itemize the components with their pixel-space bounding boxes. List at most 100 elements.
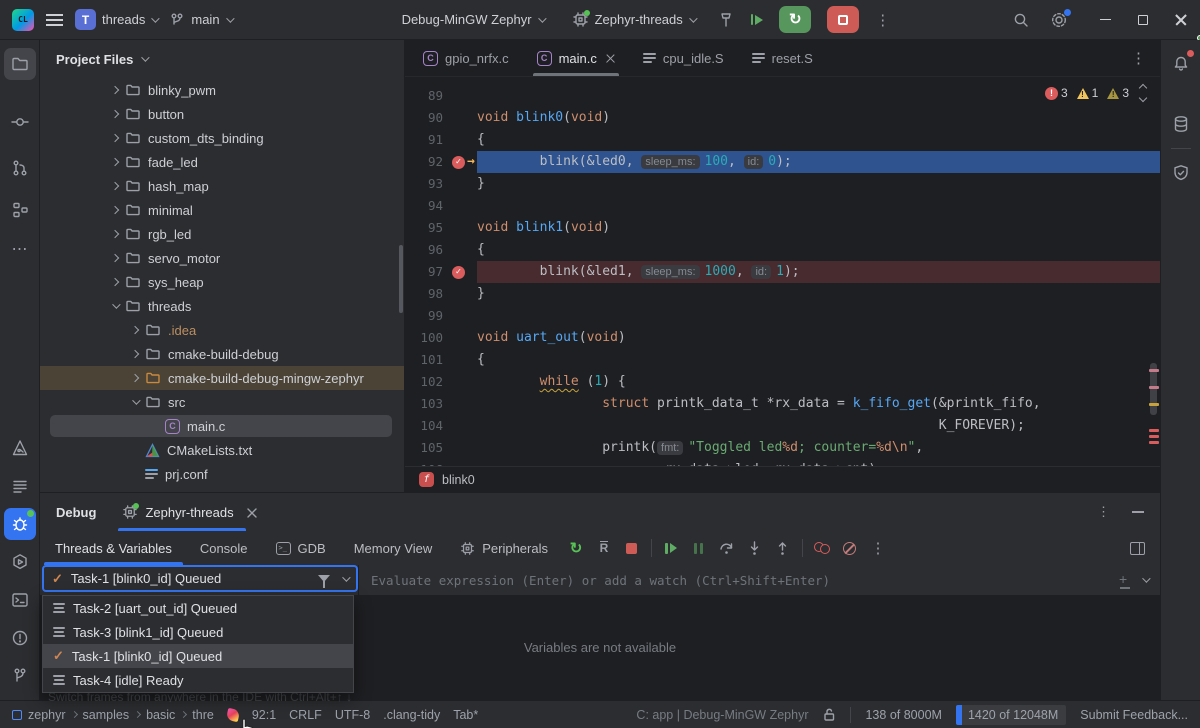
add-watch-icon[interactable]: + (1119, 574, 1132, 587)
tab-threads-variables[interactable]: Threads & Variables (42, 531, 185, 565)
gutter[interactable] (443, 283, 477, 305)
ide-memory[interactable]: 138 of 8000M (865, 708, 941, 722)
project-view-selector[interactable]: Project Files (40, 40, 404, 78)
tree-row[interactable]: minimal (40, 198, 404, 222)
watch-input[interactable]: Evaluate expression (Enter) or add a wat… (358, 565, 1160, 595)
code-line[interactable]: 102 while (1) { (405, 371, 1160, 393)
layout-settings-icon[interactable] (1124, 535, 1150, 561)
resume-program-icon[interactable] (751, 14, 764, 25)
breakpoint-icon[interactable]: ✓ (452, 266, 465, 279)
code-line[interactable]: 95void blink1(void) (405, 217, 1160, 239)
tab-memory-view[interactable]: Memory View (341, 531, 446, 565)
gutter[interactable] (443, 415, 477, 437)
code-line[interactable]: 103 struct printk_data_t *rx_data = k_fi… (405, 393, 1160, 415)
inspections-widget[interactable]: !3 1 3 (1041, 83, 1150, 103)
thread-selector-combo[interactable]: ✓ Task-1 [blink0_id] Queued (42, 565, 358, 592)
editor-tab[interactable]: cpu_idle.S (631, 40, 736, 76)
tree-row[interactable]: button (40, 102, 404, 126)
gutter[interactable] (443, 349, 477, 371)
code-line[interactable]: 90void blink0(void) (405, 107, 1160, 129)
pull-requests-tool-button[interactable] (4, 152, 36, 184)
gutter[interactable] (443, 173, 477, 195)
more-actions-icon[interactable]: ⋮ (875, 11, 890, 29)
rerun-debug-button[interactable]: ↻ (779, 6, 811, 33)
clang-tidy[interactable]: .clang-tidy (383, 708, 440, 722)
code-line[interactable]: 91{ (405, 129, 1160, 151)
thread-list-item[interactable]: Task-3 [blink1_id] Queued (43, 620, 353, 644)
line-separator[interactable]: CRLF (289, 708, 322, 722)
tree-scrollbar[interactable] (399, 245, 403, 313)
gutter[interactable] (443, 393, 477, 415)
tree-row[interactable]: rgb_led (40, 222, 404, 246)
maximize-button[interactable] (1124, 0, 1162, 40)
step-into-icon[interactable] (742, 535, 768, 561)
run-profile-status[interactable]: C: app | Debug-MinGW Zephyr (636, 708, 808, 722)
file-encoding[interactable]: UTF-8 (335, 708, 370, 722)
stop-button[interactable] (827, 6, 859, 33)
services-tool-button[interactable] (4, 546, 36, 578)
view-breakpoints-icon[interactable] (809, 535, 835, 561)
tree-row-selected[interactable]: Cmain.c (40, 414, 404, 438)
tree-row[interactable]: custom_dts_binding (40, 126, 404, 150)
project-tool-button[interactable] (4, 48, 36, 80)
inspection-nav[interactable] (1140, 85, 1146, 101)
close-tab-icon[interactable] (606, 54, 615, 63)
tab-console[interactable]: Console (187, 531, 261, 565)
gutter[interactable] (443, 85, 477, 107)
editor-tab[interactable]: reset.S (740, 40, 825, 76)
gutter[interactable]: ✓→ (443, 151, 477, 173)
gutter[interactable] (443, 459, 477, 466)
tree-row[interactable]: servo_motor (40, 246, 404, 270)
main-menu-icon[interactable] (46, 14, 63, 26)
project-selector[interactable]: T threads (75, 9, 157, 30)
gutter[interactable] (443, 327, 477, 349)
toolbar-more-icon[interactable]: ⋮ (865, 535, 891, 561)
code-line[interactable]: 100void uart_out(void) (405, 327, 1160, 349)
cmake-tool-button[interactable] (4, 432, 36, 464)
todo-tool-button[interactable] (4, 470, 36, 502)
tree-row[interactable]: cmake-build-debug (40, 342, 404, 366)
tab-options-icon[interactable]: ⋮ (1131, 49, 1160, 67)
tree-row[interactable]: sys_heap (40, 270, 404, 294)
gutter[interactable] (443, 371, 477, 393)
tree-row[interactable]: prj.conf (40, 462, 404, 486)
step-over-icon[interactable] (714, 535, 740, 561)
tree-row[interactable]: hash_map (40, 174, 404, 198)
tree-row[interactable]: src (40, 390, 404, 414)
status-breadcrumbs[interactable]: zephyr samples basic thre (12, 708, 214, 722)
build-hammer-icon[interactable] (717, 11, 735, 29)
mute-breakpoints-icon[interactable] (837, 535, 863, 561)
code-line[interactable]: 104 K_FOREVER); (405, 415, 1160, 437)
tree-row[interactable]: blinky_pwm (40, 78, 404, 102)
chevron-down-icon[interactable] (342, 573, 350, 581)
run-config-selector[interactable]: Zephyr-threads (572, 11, 695, 28)
terminal-tool-button[interactable] (4, 584, 36, 616)
debug-options-icon[interactable]: ⋮ (1097, 504, 1110, 520)
thread-list-item[interactable]: Task-4 [idle] Ready (43, 668, 353, 692)
git-tool-button[interactable] (4, 660, 36, 692)
tab-gdb[interactable]: >_GDB (263, 531, 339, 565)
thread-list-item-hovered[interactable]: ✓ Task-1 [blink0_id] Queued (43, 644, 353, 668)
close-button[interactable] (1162, 0, 1200, 40)
editor-tab-active[interactable]: C main.c (525, 40, 627, 76)
security-button[interactable] (1165, 157, 1197, 189)
code-line[interactable]: 92✓→ blink(&led0, sleep_ms:100, id:0); (405, 151, 1160, 173)
tree-row[interactable]: threads (40, 294, 404, 318)
breadcrumb-function[interactable]: blink0 (442, 473, 475, 487)
indent-style[interactable]: Tab* (453, 708, 478, 722)
commit-tool-button[interactable] (4, 106, 36, 138)
code-line[interactable]: 99 (405, 305, 1160, 327)
close-session-icon[interactable] (247, 508, 256, 517)
search-icon[interactable] (1012, 11, 1030, 29)
minimize-button[interactable] (1086, 0, 1124, 40)
tab-peripherals[interactable]: Peripherals (447, 531, 561, 565)
debugger-memory-widget[interactable]: 1420 of 12048M (956, 705, 1066, 725)
gutter[interactable] (443, 239, 477, 261)
code-line[interactable]: 97✓ blink(&led1, sleep_ms:1000, id:1); (405, 261, 1160, 283)
filter-icon[interactable] (318, 575, 330, 582)
problems-tool-button[interactable] (4, 622, 36, 654)
settings-gear-icon[interactable] (1050, 11, 1068, 29)
step-out-icon[interactable] (770, 535, 796, 561)
tree-row[interactable]: fade_led (40, 150, 404, 174)
cmake-profile-selector[interactable]: Debug-MinGW Zephyr (402, 12, 544, 27)
